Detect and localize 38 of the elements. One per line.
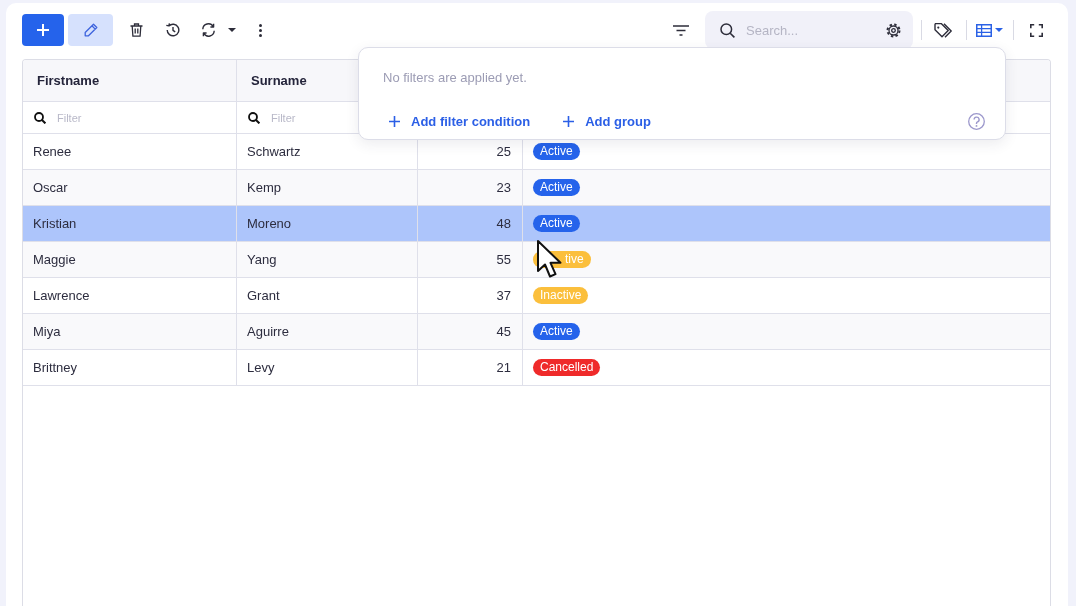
history-icon[interactable] bbox=[165, 23, 180, 37]
pencil-icon bbox=[83, 23, 98, 37]
more-icon[interactable] bbox=[259, 23, 262, 37]
table-icon[interactable] bbox=[976, 23, 992, 37]
table-cell: Levy bbox=[237, 350, 418, 386]
trash-icon[interactable] bbox=[130, 23, 143, 37]
filter-icon[interactable] bbox=[673, 24, 689, 36]
add-button[interactable] bbox=[22, 14, 64, 46]
status-badge: Active bbox=[533, 323, 580, 340]
table-cell: 21 bbox=[418, 350, 523, 386]
table-row[interactable]: Miya Aguirre 45 Active bbox=[23, 314, 1050, 350]
search-icon bbox=[248, 111, 260, 124]
status-badge: Inactive bbox=[533, 287, 589, 304]
search-icon bbox=[720, 22, 735, 38]
status-badge: Active bbox=[533, 179, 580, 196]
status-badge: Cancelled bbox=[533, 359, 601, 376]
help-icon[interactable] bbox=[968, 112, 985, 130]
table-row[interactable]: Brittney Levy 21 Cancelled bbox=[23, 350, 1050, 386]
table-row[interactable]: Lawrence Grant 37 Inactive bbox=[23, 278, 1050, 314]
table-row[interactable]: Kristian Moreno 48 Active bbox=[23, 206, 1050, 242]
search-icon bbox=[34, 111, 46, 124]
plus-icon bbox=[37, 24, 49, 36]
edit-button[interactable] bbox=[68, 14, 113, 46]
table-row[interactable]: Maggie Yang 55 tive bbox=[23, 242, 1050, 278]
table-row[interactable]: Renee Schwartz 25 Active bbox=[23, 134, 1050, 170]
settings-icon[interactable] bbox=[886, 22, 901, 38]
table-row[interactable]: Oscar Kemp 23 Active bbox=[23, 170, 1050, 206]
status-badge: Active bbox=[533, 215, 580, 232]
table-cell: Brittney bbox=[23, 350, 237, 386]
plus-icon bbox=[389, 115, 400, 127]
caret-icon[interactable] bbox=[228, 28, 236, 32]
refresh-icon[interactable] bbox=[201, 23, 216, 37]
tag-icon[interactable] bbox=[934, 22, 953, 38]
plus-icon bbox=[563, 115, 575, 127]
fullscreen-icon[interactable] bbox=[1030, 23, 1043, 37]
popup-action-button[interactable]: Add group bbox=[563, 113, 651, 129]
column-header[interactable]: Firstname bbox=[23, 60, 237, 102]
status-badge: Active bbox=[533, 143, 580, 160]
